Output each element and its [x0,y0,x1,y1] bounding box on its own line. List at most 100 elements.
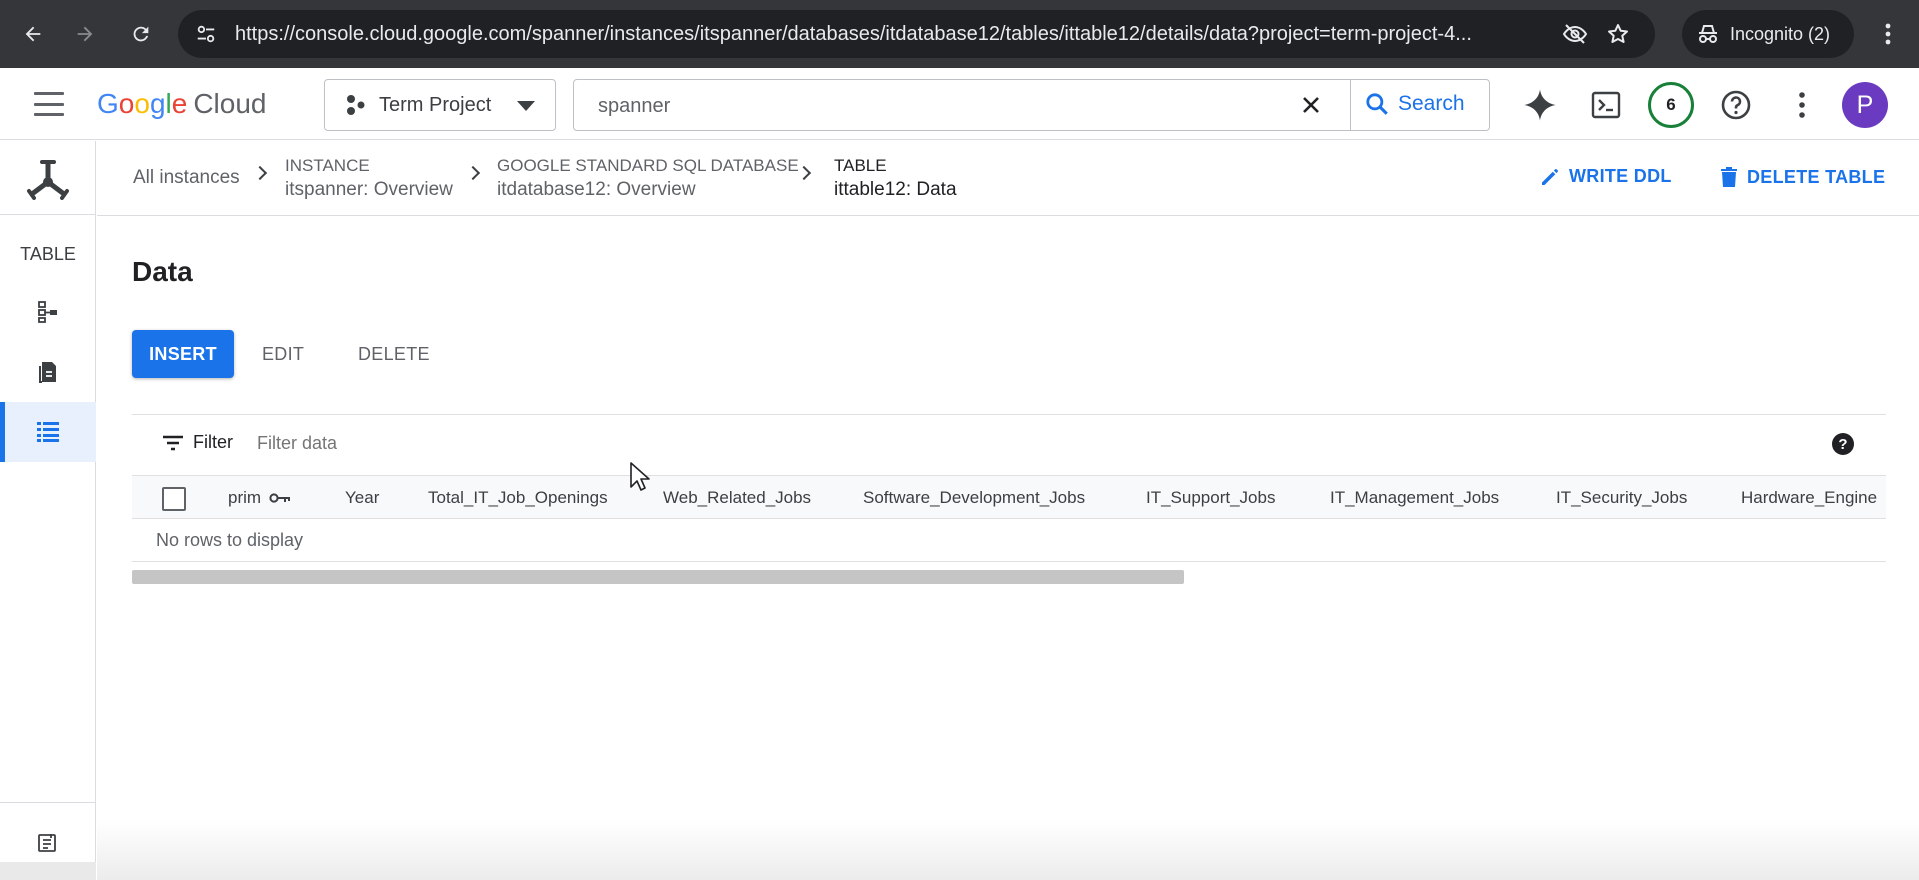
breadcrumb-table: TABLE ittable12: Data [834,155,957,203]
data-grid-icon [37,422,59,442]
eye-off-icon[interactable] [1562,22,1588,51]
rail-divider [0,214,96,215]
chevron-right-icon [252,165,268,181]
divider [132,561,1886,562]
column-header[interactable]: Software_Development_Jobs [863,488,1085,508]
column-header[interactable]: IT_Management_Jobs [1330,488,1499,508]
filter-button[interactable]: Filter [162,432,233,453]
filter-label: Filter [193,432,233,452]
breadcrumb-value: itdatabase12: Overview [497,179,696,200]
delete-button[interactable]: DELETE [358,330,430,378]
left-rail: TABLE [0,141,96,880]
search-input[interactable] [598,92,1258,120]
table-header: prim Year Total_IT_Job_Openings Web_Rela… [132,475,1886,519]
delete-table-button[interactable]: DELETE TABLE [1720,166,1885,188]
column-header[interactable]: Hardware_Engine [1741,488,1877,508]
browser-menu-icon[interactable] [1876,17,1900,56]
divider [132,414,1886,415]
breadcrumb-database[interactable]: GOOGLE STANDARD SQL DATABASE itdatabase1… [497,155,799,203]
gemini-spark-icon[interactable] [1522,87,1558,123]
star-icon[interactable] [1606,22,1630,51]
rail-bottom-shade [0,862,96,880]
logo-letter: G [97,88,119,119]
reload-icon [133,26,149,42]
empty-state-message: No rows to display [156,530,304,550]
search-divider [1350,80,1351,130]
breadcrumb-value: ittable12: Data [834,179,957,200]
breadcrumb-kind: GOOGLE STANDARD SQL DATABASE [497,156,799,175]
search-button[interactable]: Search [1364,91,1465,117]
column-header[interactable]: IT_Support_Jobs [1146,488,1275,508]
logo-letter: g [149,88,166,119]
chevron-right-icon [465,165,481,181]
spanner-product-icon[interactable] [24,158,72,205]
caret-down-icon [517,101,535,111]
arrow-right-icon [77,26,93,42]
write-ddl-label: WRITE DDL [1569,166,1672,186]
browser-toolbar: https://console.cloud.google.com/spanner… [0,0,1919,68]
site-info-icon[interactable] [194,22,218,46]
horizontal-scrollbar[interactable] [132,570,1184,584]
breadcrumb-kind: INSTANCE [285,156,370,175]
breadcrumb-all-instances[interactable]: All instances [133,167,240,189]
schema-icon [38,301,57,323]
back-button[interactable] [16,17,50,51]
write-ddl-button[interactable]: WRITE DDL [1540,166,1672,187]
indexes-icon [39,362,56,383]
reload-button[interactable] [124,17,158,51]
rail-item-data[interactable] [0,402,96,462]
search-box[interactable]: Search [573,79,1490,131]
column-header[interactable]: Total_IT_Job_Openings [428,488,608,508]
console-header: GoogleCloud Term Project Search 6 P [0,70,1919,140]
trash-icon [1721,167,1737,187]
select-all-checkbox[interactable] [162,487,186,511]
more-vert-icon[interactable] [1784,87,1820,123]
column-header[interactable]: Web_Related_Jobs [663,488,811,508]
rail-item-indexes[interactable] [0,342,96,402]
column-header[interactable]: Year [345,488,379,508]
filter-input[interactable] [257,433,757,454]
pencil-icon [1542,168,1558,185]
insert-button[interactable]: INSERT [132,330,234,378]
project-picker[interactable]: Term Project [324,79,556,131]
notifications-badge[interactable]: 6 [1648,82,1694,128]
logo-cloud-text: Cloud [193,88,267,119]
help-icon[interactable] [1718,87,1754,123]
incognito-icon [1699,25,1717,43]
arrow-left-icon [25,26,41,42]
search-button-label: Search [1398,92,1465,115]
page-title: Data [132,256,193,287]
clear-icon[interactable] [1299,93,1323,122]
column-header[interactable]: prim [228,488,291,509]
url-text[interactable]: https://console.cloud.google.com/spanner… [235,22,1535,46]
breadcrumb: All instances INSTANCE itspanner: Overvi… [97,141,1919,216]
project-name: Term Project [379,93,492,116]
project-icon [347,95,365,115]
incognito-indicator[interactable]: Incognito (2) [1682,10,1854,58]
edit-button[interactable]: EDIT [262,330,304,378]
logo-letter: e [171,88,188,119]
google-cloud-logo[interactable]: Google Cloud [97,86,267,122]
key-icon [269,489,291,509]
menu-icon[interactable] [34,92,64,116]
rail-divider [0,802,96,803]
rail-item-schema[interactable] [0,282,96,342]
forward-button[interactable] [68,17,102,51]
release-notes-icon [38,834,56,852]
search-icon [1366,93,1388,115]
rail-section-label: TABLE [20,244,76,264]
filter-icon [163,435,183,450]
breadcrumb-value: itspanner: Overview [285,179,453,200]
delete-table-label: DELETE TABLE [1747,166,1886,187]
column-header[interactable]: IT_Security_Jobs [1556,488,1687,508]
cloud-shell-icon[interactable] [1588,87,1624,123]
address-bar[interactable]: https://console.cloud.google.com/spanner… [178,10,1655,58]
bottom-shade [97,820,1919,880]
table-help-icon[interactable]: ? [1832,433,1854,455]
avatar[interactable]: P [1842,82,1888,128]
breadcrumb-kind: TABLE [834,156,887,175]
breadcrumb-instance[interactable]: INSTANCE itspanner: Overview [285,155,453,203]
incognito-label: Incognito (2) [1730,23,1831,44]
logo-letter: o [134,88,150,119]
logo-letter: o [118,88,135,119]
